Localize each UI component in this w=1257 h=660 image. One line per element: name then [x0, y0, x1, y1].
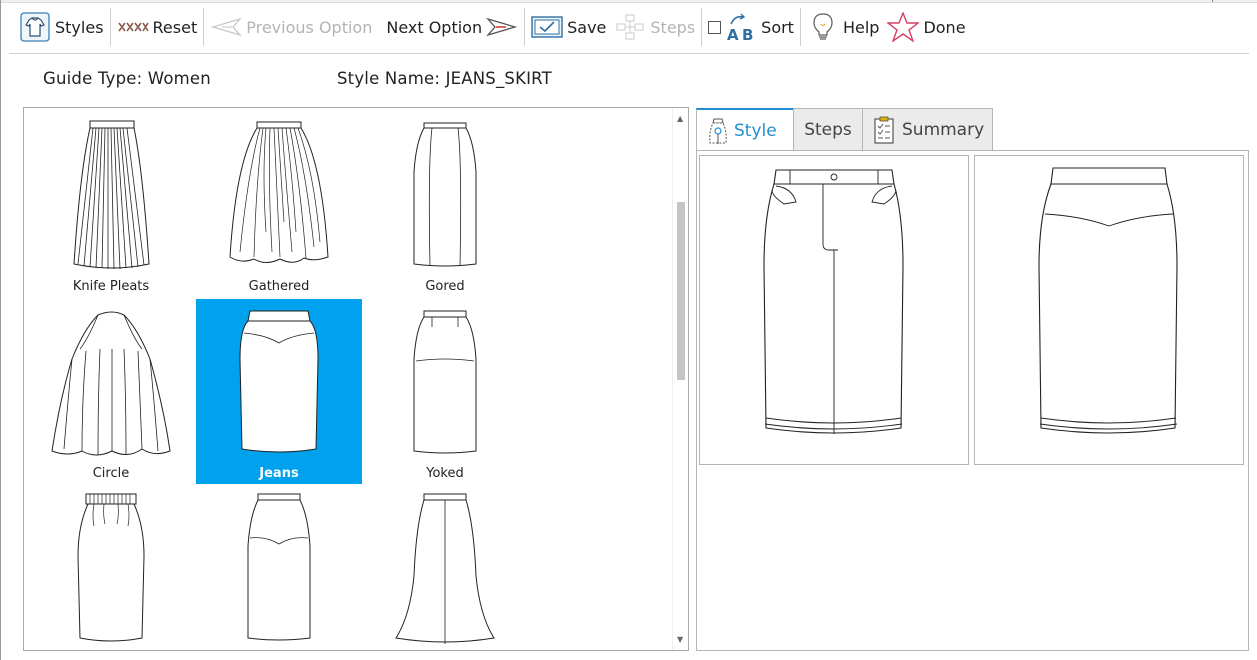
jeans-skirt-front-view: [763, 169, 904, 434]
gallery-item-knife-pleats[interactable]: Knife Pleats: [28, 112, 194, 297]
arrow-left-icon: [210, 11, 243, 43]
gallery-item-jeans[interactable]: Jeans: [196, 299, 362, 484]
gallery-item-label: Gathered: [248, 279, 310, 294]
toolbar-separator: [109, 8, 111, 46]
gallery-item-yoke-pencil[interactable]: [196, 486, 362, 650]
help-label: Help: [842, 17, 880, 37]
previous-option-button[interactable]: Previous Option: [210, 7, 372, 47]
reset-icon: [117, 11, 149, 43]
app-window: Styles Reset Previous Option Next Option: [0, 0, 1257, 660]
previous-option-label: Previous Option: [246, 17, 373, 37]
window-top-edge: [1, 0, 1257, 3]
star-icon: [887, 11, 920, 43]
gored-skirt-icon: [413, 122, 477, 267]
tab-steps-label: Steps: [804, 120, 852, 140]
steps-icon: [614, 11, 646, 43]
next-option-label: Next Option: [386, 17, 483, 37]
gallery-item-elastic-waist[interactable]: [28, 486, 194, 650]
tab-style[interactable]: Style: [696, 108, 794, 152]
done-button[interactable]: Done: [887, 7, 966, 47]
save-icon: [531, 11, 563, 43]
gathered-skirt-icon: [229, 121, 329, 263]
jeans-skirt-icon: [239, 310, 319, 453]
sort-checkbox[interactable]: [708, 20, 722, 34]
toolbar-separator: [203, 8, 205, 46]
reset-button[interactable]: Reset: [117, 7, 198, 47]
gallery-item-flared-gored[interactable]: [362, 486, 528, 650]
next-option-button[interactable]: Next Option: [386, 7, 518, 47]
svg-text:A: A: [727, 26, 739, 42]
summary-tab-icon: [873, 115, 895, 145]
toolbar-separator: [799, 8, 801, 46]
svg-text:B: B: [742, 26, 753, 42]
tab-summary-label: Summary: [902, 120, 985, 140]
styles-button[interactable]: Styles: [19, 7, 104, 47]
back-view-frame: [974, 155, 1244, 465]
scroll-down-arrow-icon[interactable]: ▼: [677, 635, 683, 644]
scroll-up-arrow-icon[interactable]: ▲: [677, 114, 683, 123]
tab-summary[interactable]: Summary: [862, 108, 993, 151]
circle-skirt-icon: [51, 311, 171, 456]
steps-label: Steps: [650, 17, 696, 37]
gallery-item-circle[interactable]: Circle: [28, 299, 194, 484]
style-tab-icon: [707, 117, 729, 145]
save-button[interactable]: Save: [531, 7, 606, 47]
yoked-skirt-icon: [413, 310, 477, 454]
style-gallery: Knife Pleats Gathered Gored Circle Jeans…: [23, 107, 689, 651]
toolbar-separator: [524, 8, 526, 46]
toolbar-separator: [701, 8, 703, 46]
save-label: Save: [567, 17, 607, 37]
reset-label: Reset: [152, 17, 198, 37]
steps-button[interactable]: Steps: [614, 7, 695, 47]
style-preview-panel: [696, 150, 1249, 651]
style-name-text: Style Name: JEANS_SKIRT: [337, 69, 552, 88]
front-view-frame: [699, 155, 969, 465]
lightbulb-icon: [807, 11, 839, 43]
yoke-pencil-skirt-icon: [247, 493, 311, 641]
sort-label: Sort: [761, 17, 794, 37]
done-label: Done: [923, 17, 966, 37]
gallery-item-label: Jeans: [259, 466, 299, 481]
tab-style-label: Style: [734, 121, 777, 141]
tab-steps[interactable]: Steps: [793, 108, 863, 151]
gallery-item-gored[interactable]: Gored: [362, 112, 528, 297]
scrollbar-thumb[interactable]: [677, 202, 685, 380]
guide-type-text: Guide Type: Women: [43, 69, 211, 88]
gallery-item-label: Knife Pleats: [72, 279, 150, 294]
elastic-waist-skirt-icon: [77, 493, 145, 642]
sort-toggle[interactable]: A B Sort: [708, 7, 794, 47]
gallery-item-label: Gored: [425, 279, 465, 294]
gallery-item-label: Yoked: [426, 466, 464, 481]
gallery-scrollbar[interactable]: ▲ ▼: [672, 108, 688, 650]
jeans-skirt-back-view: [1038, 167, 1178, 434]
arrow-right-icon: [486, 11, 518, 43]
gallery-item-yoked[interactable]: Yoked: [362, 299, 528, 484]
styles-icon: [19, 11, 51, 43]
toolbar-divider: [9, 53, 1249, 54]
styles-label: Styles: [55, 17, 104, 37]
flared-gored-skirt-icon: [395, 493, 495, 644]
gallery-item-label: Circle: [92, 466, 130, 481]
gallery-item-gathered[interactable]: Gathered: [196, 112, 362, 297]
knife-pleats-skirt-icon: [73, 120, 150, 270]
toolbar: Styles Reset Previous Option Next Option: [1, 4, 1251, 50]
help-button[interactable]: Help: [807, 7, 879, 47]
sort-ab-icon: A B: [725, 11, 757, 43]
